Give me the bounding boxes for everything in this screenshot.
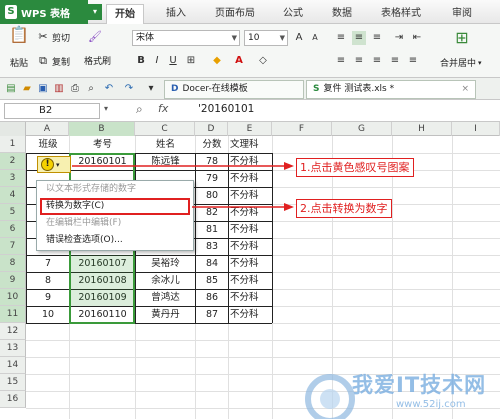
annotation-step1: 1.点击黄色感叹号图案 xyxy=(296,158,414,177)
watermark-text: 我爱IT技术网 xyxy=(352,373,487,397)
watermark-url: www.52ij.com xyxy=(396,399,466,410)
arrowhead-step2 xyxy=(284,203,294,211)
watermark: 我爱IT技术网 www.52ij.com xyxy=(300,355,500,419)
watermark-logo-icon xyxy=(305,374,355,419)
arrowhead-step1 xyxy=(284,162,294,170)
annotation-step2: 2.点击转换为数字 xyxy=(296,199,392,218)
